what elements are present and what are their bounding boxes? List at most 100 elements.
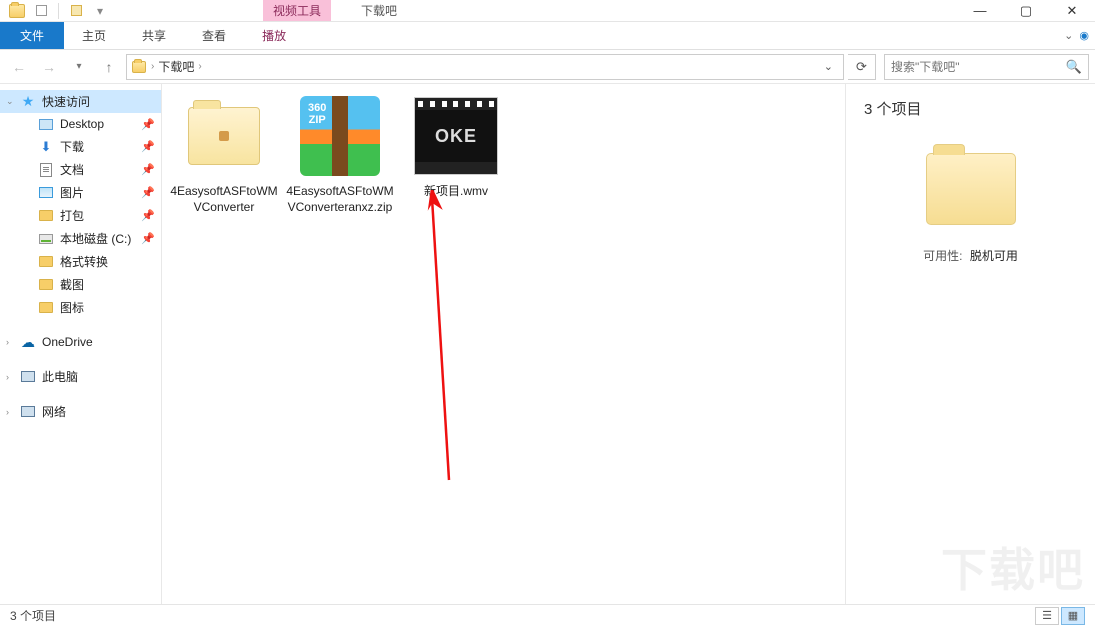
navigation-bar: ← → ▾ ↑ › 下载吧 › ⌄ ⟳ 🔍 [0,50,1095,84]
folder-icon [38,254,54,270]
tab-file[interactable]: 文件 [0,22,64,49]
expand-icon[interactable]: › [6,337,9,347]
folder-icon [38,300,54,316]
details-folder-icon [926,153,1016,225]
nav-label: 快速访问 [42,93,90,110]
maximize-button[interactable]: ▢ [1003,0,1049,22]
up-button[interactable]: ↑ [96,54,122,80]
download-icon: ⬇ [38,139,54,155]
close-button[interactable]: ✕ [1049,0,1095,22]
window-controls: — ▢ ✕ [957,0,1095,22]
drive-icon [38,231,54,247]
navigation-pane[interactable]: ⌄ ★ 快速访问 Desktop 📌 ⬇ 下载 📌 文档 📌 图片 📌 打包 � [0,84,162,604]
title-bar: ▾ 视频工具 下载吧 — ▢ ✕ [0,0,1095,22]
ribbon-expand-button[interactable]: ⌄ [1064,29,1073,42]
items-view[interactable]: 4EasysoftASFtoWMVConverter 360ZIP 4Easys… [162,84,845,604]
pc-icon [20,369,36,385]
breadcrumb[interactable]: 下载吧 [158,58,194,75]
tab-home[interactable]: 主页 [64,22,124,49]
nav-documents[interactable]: 文档 📌 [0,158,161,181]
forward-button[interactable]: → [36,54,62,80]
status-item-count: 3 个项目 [10,607,56,624]
tab-view[interactable]: 查看 [184,22,244,49]
chevron-right-icon[interactable]: › [151,61,154,72]
qat-customize-dropdown[interactable]: ▾ [89,1,111,21]
search-box[interactable]: 🔍 [884,54,1089,80]
ribbon-tabs: 文件 主页 共享 查看 播放 ⌄ ◉ [0,22,1095,50]
annotation-arrow-icon [424,190,464,490]
nav-network[interactable]: › 网络 [0,400,161,423]
star-icon: ★ [20,94,36,110]
nav-downloads[interactable]: ⬇ 下载 📌 [0,135,161,158]
nav-label: 截图 [60,276,84,293]
tab-play[interactable]: 播放 [244,22,304,49]
details-pane: 3 个项目 可用性: 脱机可用 [845,84,1095,604]
nav-label: OneDrive [42,335,93,349]
recent-locations-dropdown[interactable]: ▾ [66,54,92,80]
help-button[interactable]: ◉ [1079,29,1089,42]
minimize-button[interactable]: — [957,0,1003,22]
pin-icon: 📌 [141,186,155,199]
nav-icons[interactable]: 图标 [0,296,161,319]
nav-label: 图标 [60,299,84,316]
pin-icon: 📌 [141,232,155,245]
nav-label: 此电脑 [42,368,78,385]
status-bar: 3 个项目 ☰ ▦ [0,604,1095,626]
qat-properties-button[interactable] [30,1,52,21]
search-icon[interactable]: 🔍 [1066,59,1082,75]
nav-quick-access[interactable]: ⌄ ★ 快速访问 [0,90,161,113]
qat-separator [58,3,59,19]
details-availability: 可用性: 脱机可用 [864,247,1077,264]
file-name: 4EasysoftASFtoWMVConverter [170,184,278,215]
nav-onedrive[interactable]: › ☁ OneDrive [0,331,161,353]
nav-this-pc[interactable]: › 此电脑 [0,365,161,388]
nav-label: Desktop [60,117,104,131]
video-thumbnail: OKE [414,94,498,178]
pin-icon: 📌 [141,209,155,222]
address-dropdown[interactable]: ⌄ [818,60,839,73]
file-name: 4EasysoftASFtoWMVConverteranxz.zip [286,184,394,215]
expand-icon[interactable]: › [6,407,9,417]
desktop-icon [38,116,54,132]
file-item-zip[interactable]: 360ZIP 4EasysoftASFtoWMVConverteranxz.zi… [286,94,394,215]
nav-pictures[interactable]: 图片 📌 [0,181,161,204]
content-area: 4EasysoftASFtoWMVConverter 360ZIP 4Easys… [162,84,1095,604]
window-title: 下载吧 [361,2,397,19]
details-property-label: 可用性: [923,249,962,263]
document-icon [38,162,54,178]
nav-label: 格式转换 [60,253,108,270]
back-button[interactable]: ← [6,54,32,80]
large-icons-view-button[interactable]: ▦ [1061,607,1085,625]
details-view-button[interactable]: ☰ [1035,607,1059,625]
nav-label: 图片 [60,184,84,201]
pin-icon: 📌 [141,140,155,153]
file-name: 新项目.wmv [402,184,510,200]
nav-screenshot[interactable]: 截图 [0,273,161,296]
picture-icon [38,185,54,201]
tab-share[interactable]: 共享 [124,22,184,49]
search-input[interactable] [891,60,1066,74]
nav-label: 网络 [42,403,66,420]
expand-icon[interactable]: › [6,372,9,382]
nav-local-disk-c[interactable]: 本地磁盘 (C:) 📌 [0,227,161,250]
onedrive-icon: ☁ [20,334,36,350]
video-frame-preview: OKE [415,110,497,162]
nav-label: 本地磁盘 (C:) [60,230,131,247]
file-item-video[interactable]: OKE 新项目.wmv [402,94,510,200]
refresh-button[interactable]: ⟳ [848,54,876,80]
chevron-right-icon[interactable]: › [198,61,201,72]
nav-dabao[interactable]: 打包 📌 [0,204,161,227]
qat-new-folder-button[interactable] [65,1,87,21]
nav-label: 下载 [60,138,84,155]
file-item-folder[interactable]: 4EasysoftASFtoWMVConverter [170,94,278,215]
expand-icon[interactable]: ⌄ [6,96,14,107]
nav-label: 文档 [60,161,84,178]
quick-access-toolbar: ▾ [0,1,111,21]
address-bar[interactable]: › 下载吧 › ⌄ [126,54,844,80]
nav-label: 打包 [60,207,84,224]
app-icon[interactable] [6,1,28,21]
contextual-tab-video-tools: 视频工具 [263,0,331,21]
nav-desktop[interactable]: Desktop 📌 [0,113,161,135]
zip-thumbnail: 360ZIP [298,94,382,178]
nav-format-convert[interactable]: 格式转换 [0,250,161,273]
